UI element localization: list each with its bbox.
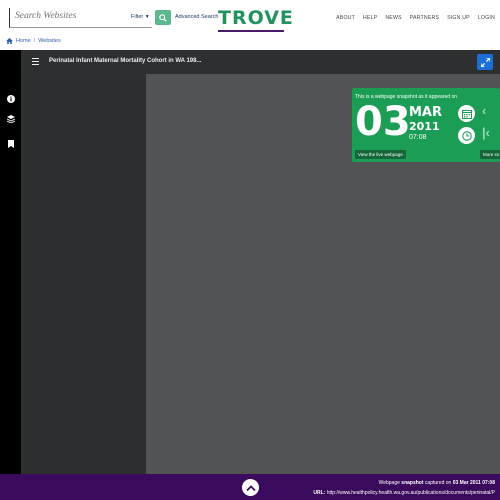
filter-label: Filter [131, 14, 144, 20]
breadcrumb-websites[interactable]: Websites [38, 38, 61, 44]
time-button[interactable] [458, 127, 475, 144]
breadcrumb-separator: / [33, 38, 36, 44]
collapse-footer-button[interactable] [241, 478, 260, 497]
breadcrumb: Home / Websites [6, 38, 61, 44]
caret-down-icon: ▼ [144, 14, 150, 20]
nav-help[interactable]: HELP [363, 15, 377, 21]
snapshot-year: 2011 [409, 120, 440, 133]
bookmark-icon[interactable] [6, 139, 15, 148]
calendar-button[interactable] [458, 105, 475, 122]
more-snapshots-button[interactable]: More sn [480, 150, 500, 159]
main-nav: ABOUT HELP NEWS PARTNERS SIGN UP LOGIN [336, 15, 495, 21]
search-input[interactable] [15, 11, 125, 21]
layers-icon[interactable] [6, 114, 15, 123]
capture-on-text: captured on [424, 480, 452, 486]
capture-prefix: Webpage [378, 480, 400, 486]
clock-icon [461, 130, 472, 141]
fullscreen-button[interactable] [477, 54, 493, 70]
side-panel [21, 74, 146, 474]
info-icon[interactable] [6, 94, 15, 103]
nav-news[interactable]: NEWS [385, 15, 401, 21]
view-live-webpage-button[interactable]: View the live webpage [355, 150, 406, 159]
trove-logo[interactable]: TROVE [218, 7, 294, 32]
url-label: URL: [313, 490, 326, 496]
left-sidebar [0, 50, 21, 474]
capture-date: 03 Mar 2011 07:08 [452, 480, 495, 486]
search-icon [159, 13, 167, 22]
search-button[interactable] [155, 10, 171, 25]
capture-url: URL: http://www.healthpolicy.health.wa.g… [313, 490, 495, 496]
calendar-icon [461, 109, 472, 119]
nav-partners[interactable]: PARTNERS [410, 15, 439, 21]
nav-sign-up[interactable]: SIGN UP [447, 15, 470, 21]
expand-icon [480, 57, 490, 67]
snapshot-month: MAR [409, 105, 443, 120]
nav-login[interactable]: LOGIN [478, 15, 495, 21]
capture-info: Webpage snapshot captured on 03 Mar 2011… [379, 480, 495, 486]
first-snapshot-icon[interactable]: |‹ [482, 125, 490, 140]
breadcrumb-home[interactable]: Home [16, 38, 31, 44]
viewer-toolbar: Perinatal Infant Maternal Mortality Coho… [21, 50, 500, 74]
nav-about[interactable]: ABOUT [336, 15, 355, 21]
snapshot-day: 03 [355, 99, 411, 145]
hamburger-menu-icon[interactable] [32, 58, 39, 65]
filter-dropdown[interactable]: Filter ▼ [131, 14, 150, 20]
snapshot-time: 07:08 [409, 134, 427, 141]
advanced-search-link[interactable]: Advanced Search [175, 14, 218, 20]
previous-snapshot-icon[interactable]: ‹ [482, 103, 486, 118]
logo-underline [218, 30, 284, 32]
chevron-up-icon [245, 484, 256, 491]
viewer-title: Perinatal Infant Maternal Mortality Coho… [49, 58, 202, 64]
capture-snapshot-word: snapshot [401, 480, 424, 486]
logo-text: TROVE [218, 7, 294, 29]
top-header: Filter ▼ Advanced Search TROVE ABOUT HEL… [0, 0, 500, 33]
home-icon[interactable] [6, 38, 13, 44]
url-value[interactable]: http://www.healthpolicy.health.wa.gov.au… [327, 490, 495, 496]
